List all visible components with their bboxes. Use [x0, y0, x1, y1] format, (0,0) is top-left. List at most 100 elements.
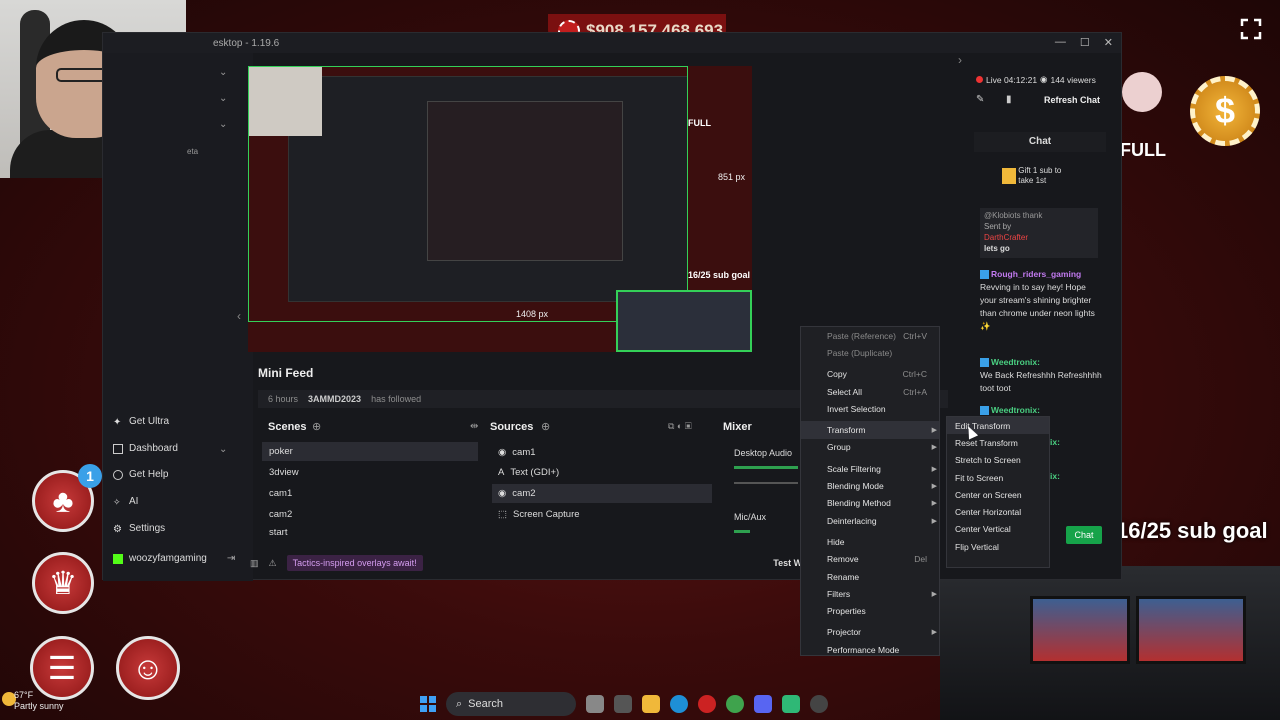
- sources-title: Sources: [490, 421, 534, 433]
- ai-icon: ✧: [113, 496, 121, 507]
- popout-icon[interactable]: ▮: [1006, 94, 1012, 105]
- feed-user: 3AMMD2023: [308, 394, 362, 404]
- menu-item-paste-duplicate[interactable]: Paste (Duplicate): [801, 344, 939, 361]
- menu-item-transform[interactable]: Transform ▶: [801, 421, 939, 439]
- live-status: Live 04:12:21 ◉ 144 viewers: [976, 74, 1096, 85]
- submenu-arrow-icon: ▶: [931, 483, 937, 491]
- submenu-arrow-icon: ▶: [931, 517, 937, 525]
- chevron-down-icon[interactable]: ⌄: [219, 93, 227, 104]
- menu-item-group[interactable]: Group ▶: [801, 439, 939, 456]
- screen-capture-icon: ⬚: [498, 509, 507, 520]
- studio-mode-icon[interactable]: ▥: [250, 558, 259, 569]
- menu-item-filters[interactable]: Filters ▶: [801, 585, 939, 602]
- opera-icon[interactable]: [698, 695, 716, 713]
- source-item[interactable]: ◉ cam1: [492, 443, 712, 462]
- edge-icon[interactable]: [670, 695, 688, 713]
- volume-slider[interactable]: [734, 482, 798, 484]
- windows-start-icon[interactable]: [420, 696, 436, 712]
- submenu-item-center-horizontal[interactable]: Center Horizontal: [947, 503, 1049, 520]
- scene-item[interactable]: cam1: [262, 484, 478, 503]
- crown-button[interactable]: ♛: [32, 552, 94, 614]
- add-scene-icon[interactable]: ⊕: [312, 420, 321, 433]
- menu-item-scale-filtering[interactable]: Scale Filtering ▶: [801, 460, 939, 477]
- audio-meter: [734, 466, 798, 469]
- menu-item-blending-method[interactable]: Blending Method ▶: [801, 495, 939, 512]
- sidebar-item-settings[interactable]: ⚙ Settings: [113, 523, 165, 535]
- chevron-down-icon[interactable]: ⌄: [219, 444, 227, 455]
- menu-item-properties[interactable]: Properties: [801, 602, 939, 619]
- collapse-left-icon[interactable]: ‹: [237, 309, 241, 323]
- source-item[interactable]: A Text (GDI+): [492, 463, 712, 482]
- menu-item-copy[interactable]: Copy Ctrl+C: [801, 366, 939, 383]
- scene-item[interactable]: poker: [262, 442, 478, 461]
- menu-item-performance-mode[interactable]: Performance Mode: [801, 641, 939, 658]
- feed-action: has followed: [371, 394, 422, 404]
- submenu-item-flip-vertical[interactable]: Flip Vertical: [947, 538, 1049, 555]
- file-explorer-icon[interactable]: [614, 695, 632, 713]
- chevron-down-icon[interactable]: ⌄: [219, 119, 227, 130]
- submenu-item-reset-transform[interactable]: Reset Transform: [947, 434, 1049, 451]
- live-dot-icon: [976, 76, 983, 83]
- submenu-arrow-icon: ▶: [931, 427, 937, 435]
- submenu-item-fit-to-screen[interactable]: Fit to Screen: [947, 469, 1049, 486]
- fullscreen-icon[interactable]: [1240, 18, 1262, 40]
- scene-item[interactable]: start: [262, 526, 478, 538]
- chrome-icon[interactable]: [726, 695, 744, 713]
- edit-icon[interactable]: ✎: [976, 94, 984, 105]
- width-guide-label: 1408 px: [516, 309, 549, 319]
- preview-goal-overlay: 16/25 sub goal: [688, 270, 751, 280]
- collapse-right-icon[interactable]: ›: [958, 53, 962, 67]
- scene-preview[interactable]: 1408 px 851 px 16/25 sub goal FULL: [248, 66, 752, 352]
- discord-icon[interactable]: [754, 695, 772, 713]
- badge-icon: [980, 406, 989, 416]
- task-view-icon[interactable]: [586, 695, 604, 713]
- user-account[interactable]: woozyfamgaming ⇥: [113, 553, 235, 564]
- tip-banner[interactable]: Tactics-inspired overlays await!: [286, 555, 423, 571]
- scene-transition-icon[interactable]: ⇹: [470, 421, 478, 432]
- submenu-item-stretch-to-screen[interactable]: Stretch to Screen: [947, 452, 1049, 469]
- streamlabs-icon[interactable]: [782, 695, 800, 713]
- chevron-down-icon[interactable]: ⌄: [219, 67, 227, 78]
- gift-sub-prompt[interactable]: Gift 1 sub to take 1st: [1002, 166, 1082, 186]
- refresh-chat-button[interactable]: Refresh Chat: [1040, 94, 1104, 107]
- scene-item[interactable]: cam2: [262, 505, 478, 524]
- source-item[interactable]: ◉ cam2: [492, 484, 712, 503]
- folder-icon[interactable]: [642, 695, 660, 713]
- maximize-icon[interactable]: ☐: [1080, 36, 1090, 49]
- submenu-item-center-on-screen[interactable]: Center on Screen: [947, 486, 1049, 503]
- add-source-icon[interactable]: ⊕: [541, 420, 550, 433]
- submenu-item-center-vertical[interactable]: Center Vertical: [947, 521, 1049, 538]
- menu-item-invert-selection[interactable]: Invert Selection: [801, 400, 939, 417]
- source-tools-icon[interactable]: ⧉ ◐ ▣: [668, 421, 692, 432]
- chat-title: Chat: [974, 132, 1106, 152]
- taskbar-search[interactable]: ⌕ Search: [446, 692, 576, 716]
- sidebar-item-ai[interactable]: ✧ AI: [113, 496, 138, 507]
- logout-icon[interactable]: ⇥: [227, 553, 235, 564]
- source-item[interactable]: ⬚ Screen Capture: [492, 505, 712, 524]
- submenu-item-edit-transform[interactable]: Edit Transform: [947, 417, 1049, 435]
- search-icon: ⌕: [456, 697, 463, 710]
- chat-send-button[interactable]: Chat: [1066, 526, 1102, 544]
- sidebar-item-get-help[interactable]: Get Help: [113, 469, 168, 480]
- menu-item-rename[interactable]: Rename: [801, 568, 939, 585]
- sidebar-item-get-ultra[interactable]: ✦ Get Ultra: [113, 416, 169, 428]
- gear-icon: ⚙: [113, 523, 122, 535]
- piggy-bank-icon: [1122, 72, 1162, 112]
- badge-icon: [980, 270, 989, 280]
- close-icon[interactable]: ✕: [1104, 36, 1113, 49]
- menu-item-remove[interactable]: Remove Del: [801, 551, 939, 568]
- alert-icon[interactable]: ⚠: [269, 558, 277, 569]
- scene-item[interactable]: 3dview: [262, 463, 478, 482]
- menu-item-deinterlacing[interactable]: Deinterlacing ▶: [801, 512, 939, 529]
- menu-item-projector[interactable]: Projector ▶: [801, 624, 939, 641]
- menu-item-blending-mode[interactable]: Blending Mode ▶: [801, 477, 939, 494]
- weather-widget[interactable]: 67°F Partly sunny: [14, 690, 64, 712]
- menu-item-hide[interactable]: Hide: [801, 533, 939, 550]
- obs-icon[interactable]: [810, 695, 828, 713]
- chat-bubble-button[interactable]: ☺: [116, 636, 180, 700]
- sidebar-item-dashboard[interactable]: Dashboard: [113, 443, 178, 454]
- menu-item-paste-reference[interactable]: Paste (Reference) Ctrl+V: [801, 327, 939, 344]
- cam2-source-box[interactable]: [616, 290, 752, 352]
- minimize-icon[interactable]: —: [1055, 36, 1066, 49]
- menu-item-select-all[interactable]: Select All Ctrl+A: [801, 383, 939, 400]
